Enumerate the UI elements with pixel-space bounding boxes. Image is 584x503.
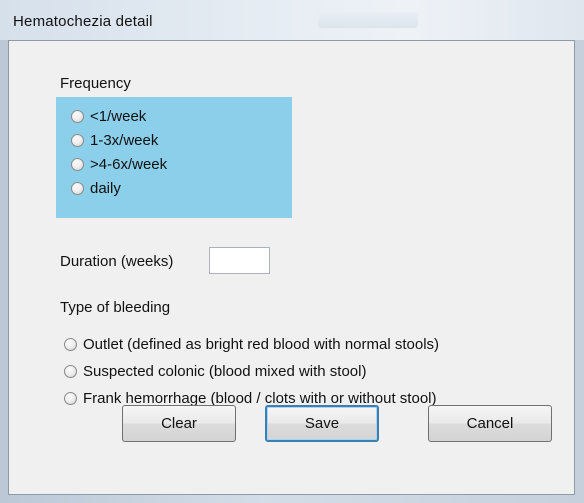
radio-button-icon[interactable]: [71, 134, 84, 147]
frequency-option-label: <1/week: [90, 108, 147, 125]
bleeding-option-label: Outlet (defined as bright red blood with…: [83, 336, 440, 353]
bleeding-option-outlet[interactable]: Outlet (defined as bright red blood with…: [64, 336, 439, 353]
save-button[interactable]: Save: [265, 405, 379, 442]
radio-button-icon[interactable]: [71, 158, 84, 171]
frequency-option-label: daily: [90, 180, 121, 197]
bleeding-option-label: Suspected colonic (blood mixed with stoo…: [83, 363, 367, 380]
frequency-label: Frequency: [60, 75, 131, 92]
bleeding-option-colonic[interactable]: Suspected colonic (blood mixed with stoo…: [64, 363, 366, 380]
duration-input[interactable]: [209, 247, 270, 274]
radio-button-icon[interactable]: [71, 110, 84, 123]
radio-button-icon[interactable]: [64, 338, 77, 351]
frequency-option-4-6x-week[interactable]: >4-6x/week: [71, 156, 167, 173]
window-title: Hematochezia detail: [13, 13, 153, 30]
dialog-window: Hematochezia detail Frequency <1/week 1-…: [0, 0, 584, 503]
radio-button-icon[interactable]: [64, 365, 77, 378]
clear-button[interactable]: Clear: [122, 405, 236, 442]
frequency-option-label: 1-3x/week: [90, 132, 159, 149]
frequency-option-1-3x-week[interactable]: 1-3x/week: [71, 132, 158, 149]
title-bar-blur: [318, 12, 418, 28]
frequency-option-label: >4-6x/week: [90, 156, 168, 173]
radio-button-icon[interactable]: [71, 182, 84, 195]
frequency-option-lt1-week[interactable]: <1/week: [71, 108, 146, 125]
radio-button-icon[interactable]: [64, 392, 77, 405]
bleeding-option-frank[interactable]: Frank hemorrhage (blood / clots with or …: [64, 390, 437, 407]
frequency-option-daily[interactable]: daily: [71, 180, 121, 197]
title-bar[interactable]: Hematochezia detail: [0, 0, 584, 40]
duration-label: Duration (weeks): [60, 253, 174, 270]
cancel-button[interactable]: Cancel: [428, 405, 552, 442]
bleeding-type-label: Type of bleeding: [60, 299, 171, 316]
frequency-group: <1/week 1-3x/week >4-6x/week daily: [56, 97, 292, 218]
